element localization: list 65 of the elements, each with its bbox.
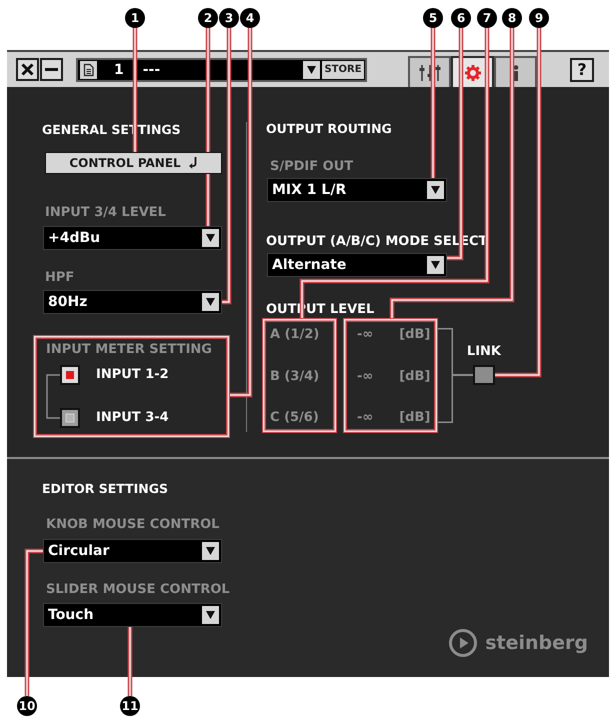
- channel-label: C (5/6): [270, 410, 319, 426]
- dropdown[interactable]: MIX 1 L/R: [267, 178, 447, 202]
- channel-label: B (3/4): [270, 368, 320, 384]
- option-label: INPUT 3-4: [96, 410, 169, 426]
- link-button[interactable]: [473, 365, 495, 385]
- level-value: -∞: [357, 327, 374, 343]
- level-value: -∞: [357, 368, 374, 384]
- minimize-icon: [45, 68, 58, 71]
- section-title: EDITOR SETTINGS: [42, 481, 168, 497]
- field-label: INPUT METER SETTING: [46, 342, 212, 358]
- link-label: LINK: [466, 344, 501, 360]
- info-icon: [512, 64, 518, 80]
- play-circle-icon: [449, 629, 478, 657]
- callout-marker: 10: [17, 696, 37, 716]
- dropdown[interactable]: Circular: [43, 539, 222, 563]
- channel-label: A (1/2): [270, 327, 320, 343]
- field-label: INPUT 3/4 LEVEL: [45, 205, 166, 221]
- callout-marker: 3: [219, 8, 239, 28]
- callout-marker: 9: [529, 8, 549, 28]
- callout-marker: 8: [502, 8, 522, 28]
- option-checkbox[interactable]: [60, 365, 80, 385]
- caret-icon: [202, 293, 219, 311]
- preset-number: 1: [114, 62, 124, 76]
- callout-marker: 6: [451, 8, 471, 28]
- field-label: HPF: [45, 270, 74, 286]
- field-label: KNOB MOUSE CONTROL: [46, 517, 220, 533]
- callout-marker: 1: [125, 8, 145, 28]
- level-unit: [dB]: [399, 410, 430, 426]
- level-value: -∞: [357, 410, 374, 426]
- dropdown[interactable]: Alternate: [267, 253, 447, 277]
- option-label: INPUT 1-2: [96, 367, 169, 383]
- control-panel-button[interactable]: CONTROL PANEL: [45, 152, 222, 174]
- leader-line: [128, 627, 132, 696]
- field-label: SLIDER MOUSE CONTROL: [46, 582, 230, 598]
- preset-name: ---: [142, 62, 160, 76]
- level-unit: [dB]: [399, 368, 430, 384]
- level-unit: [dB]: [399, 327, 430, 343]
- return-arrow-icon: [188, 157, 198, 169]
- help-button[interactable]: ?: [570, 58, 594, 82]
- caret-icon: [427, 256, 444, 274]
- gear-icon: [464, 64, 480, 80]
- document-icon[interactable]: [80, 60, 97, 78]
- caret-icon: [202, 229, 219, 247]
- caret-icon: [427, 181, 444, 199]
- caret-icon: [202, 606, 219, 624]
- close-icon: [21, 63, 34, 76]
- field-label: S/PDIF OUT: [270, 159, 354, 175]
- caret-icon: [202, 542, 219, 560]
- callout-marker: 7: [477, 8, 497, 28]
- dropdown[interactable]: 80Hz: [43, 290, 222, 314]
- option-checkbox[interactable]: [60, 408, 80, 428]
- dropdown[interactable]: Touch: [43, 603, 222, 627]
- sliders-icon: [418, 64, 440, 80]
- callout-marker: 11: [120, 696, 140, 716]
- dropdown[interactable]: +4dBu: [43, 226, 222, 250]
- close-button[interactable]: [16, 58, 39, 81]
- logo-wordmark: steinberg: [485, 634, 588, 652]
- callout-marker: 2: [198, 8, 218, 28]
- minimize-button[interactable]: [40, 58, 63, 81]
- callout-marker: 5: [423, 8, 443, 28]
- section-title: OUTPUT ROUTING: [266, 121, 392, 137]
- connector-line: [453, 374, 473, 376]
- store-button[interactable]: STORE: [322, 60, 364, 78]
- callout-marker: 4: [240, 8, 260, 28]
- caret-icon[interactable]: [303, 60, 320, 78]
